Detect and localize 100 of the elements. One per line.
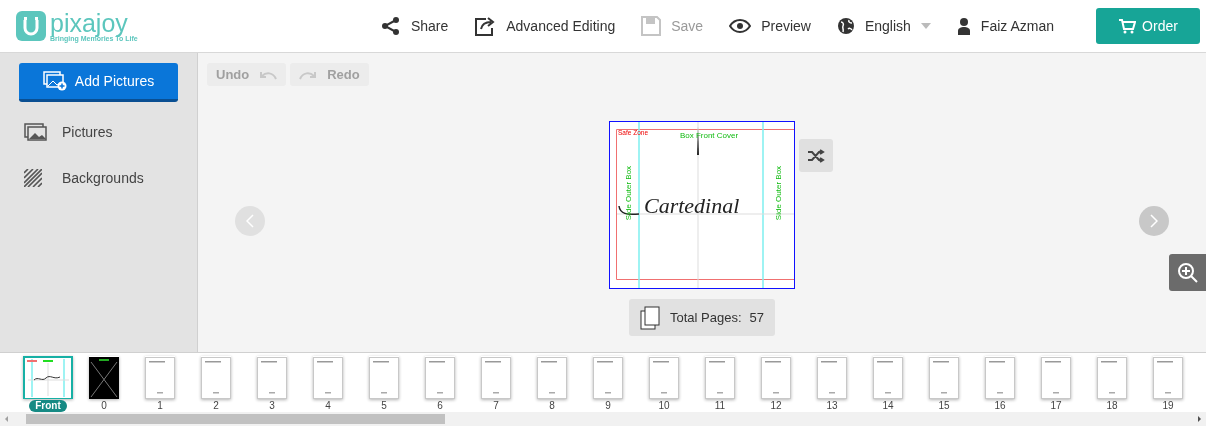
shuffle-icon [807, 148, 825, 163]
page-thumbnail [1097, 356, 1127, 399]
page-thumbnail [873, 356, 903, 399]
page-thumbnail-button[interactable] [23, 356, 73, 399]
page-thumbnail [369, 356, 399, 399]
chevron-right-icon [1150, 214, 1158, 228]
page-thumbnail-button[interactable] [1153, 356, 1183, 399]
page-thumbnail-button[interactable] [705, 356, 735, 399]
page-number: 16 [994, 400, 1006, 412]
page-number: 9 [605, 400, 611, 412]
shuffle-button[interactable] [799, 139, 833, 172]
cover-thumbnail [89, 356, 119, 399]
toolbar-button[interactable]: Advanced Editing [474, 15, 616, 37]
sidebar-item[interactable]: Backgrounds [0, 160, 197, 196]
horizontal-scrollbar[interactable] [0, 412, 1206, 426]
share-icon [380, 16, 401, 36]
page-thumbnail-button[interactable] [145, 356, 175, 399]
page-thumbnail [145, 356, 175, 399]
total-pages-value: 57 [749, 308, 764, 327]
globe-icon [836, 17, 855, 35]
page-thumbnail [313, 356, 343, 399]
page-thumbnail [201, 356, 231, 399]
page-thumbnail-button[interactable] [1097, 356, 1127, 399]
page-thumbnail-button[interactable] [425, 356, 455, 399]
page-thumbnail-button[interactable] [873, 356, 903, 399]
logo-text: pixajoy [50, 10, 128, 35]
page-number: 3 [269, 400, 275, 412]
page-thumbnail [593, 356, 623, 399]
add-pictures-button[interactable]: Add Pictures [19, 63, 178, 102]
total-pages-label: Total Pages: [670, 308, 742, 327]
redo-icon [299, 69, 318, 80]
page-number: 14 [882, 400, 894, 412]
side-box-label: Side Outer Box [624, 165, 633, 221]
page-number: 11 [714, 400, 726, 412]
logo-icon [16, 11, 46, 41]
page-number: 1 [157, 400, 163, 412]
page-thumbnail [1153, 356, 1183, 399]
page-number: 15 [938, 400, 950, 412]
page-number: 19 [1162, 400, 1174, 412]
page-thumbnail-button[interactable] [817, 356, 847, 399]
chevron-left-icon [246, 214, 254, 228]
page-thumbnail [929, 356, 959, 399]
page-thumbnail [705, 356, 735, 399]
page-number: 18 [1106, 400, 1118, 412]
previous-arrow-button[interactable] [235, 206, 265, 236]
zoom-in-icon [1176, 261, 1199, 284]
page-thumbnail [649, 356, 679, 399]
page-thumbnail-button[interactable] [985, 356, 1015, 399]
page-thumbnail [1041, 356, 1071, 399]
export-icon [474, 16, 497, 36]
page-thumbnail-button[interactable] [1041, 356, 1071, 399]
page-thumbnail [257, 356, 287, 399]
page-thumbnail-button[interactable] [89, 356, 119, 399]
page-thumbnail-button[interactable] [257, 356, 287, 399]
page-number: 10 [658, 400, 670, 412]
add-photos-icon [42, 71, 67, 91]
page-number: 17 [1050, 400, 1062, 412]
cart-icon [1118, 18, 1137, 34]
page-number: 7 [493, 400, 499, 412]
page-thumbnail-button[interactable] [481, 356, 511, 399]
sidebar-item[interactable]: Pictures [0, 114, 197, 150]
page-thumbnail-button[interactable] [761, 356, 791, 399]
side-box-label: Side Outer Box [774, 165, 783, 221]
page-thumbnail [537, 356, 567, 399]
page-number: 5 [381, 400, 387, 412]
toolbar-button[interactable]: Preview [729, 15, 811, 37]
page-thumbnail-button[interactable] [593, 356, 623, 399]
page-number: 13 [826, 400, 838, 412]
page-number: 8 [549, 400, 555, 412]
toolbar-button[interactable]: Share [380, 15, 449, 37]
scrollbar-thumb[interactable] [26, 414, 445, 424]
page-label-pill: Front [29, 400, 67, 412]
save-icon [641, 16, 662, 36]
user-icon [956, 17, 971, 35]
page-thumbnail-button[interactable] [313, 356, 343, 399]
image-icon [24, 123, 48, 141]
page-number: 4 [325, 400, 331, 412]
page-thumbnail-button[interactable] [649, 356, 679, 399]
user-menu[interactable]: Faiz Azman [956, 15, 1054, 37]
design-title: Cartedinal [644, 193, 740, 218]
front-cover-label: Box Front Cover [679, 131, 739, 140]
page-number: 6 [437, 400, 443, 412]
page-thumbnail-button[interactable] [537, 356, 567, 399]
page-number: 2 [213, 400, 219, 412]
zoom-button[interactable] [1169, 254, 1206, 291]
page-thumbnail-button[interactable] [369, 356, 399, 399]
page-thumbnail [761, 356, 791, 399]
eye-icon [729, 18, 752, 34]
front-cover-thumbnail [25, 357, 71, 398]
page-thumbnail-button[interactable] [201, 356, 231, 399]
pages-icon [640, 305, 662, 330]
caret-icon [920, 23, 931, 29]
page-number: 0 [101, 400, 107, 412]
page-thumbnail [481, 356, 511, 399]
page-number: 12 [770, 400, 782, 412]
page-thumbnail [425, 356, 455, 399]
undo-icon [259, 69, 278, 80]
page-thumbnail-button[interactable] [929, 356, 959, 399]
next-arrow-button[interactable] [1139, 206, 1169, 236]
language-dropdown[interactable]: English [836, 15, 931, 37]
